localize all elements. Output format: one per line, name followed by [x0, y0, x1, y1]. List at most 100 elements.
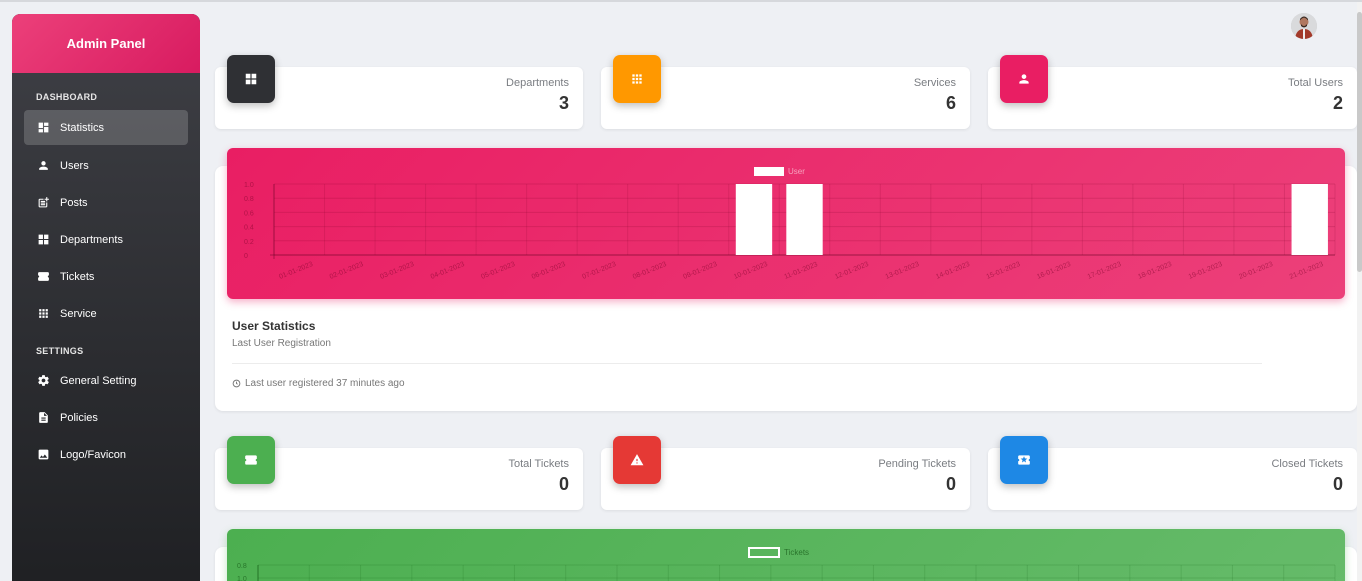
sidebar-item-departments[interactable]: Departments	[24, 222, 188, 257]
stat-label: Total Tickets	[508, 458, 569, 470]
tickets-chart-panel: Tickets 0.8 1.0	[227, 529, 1345, 581]
stat-value: 0	[1332, 474, 1343, 494]
x-tick-label: 14-01-2023	[935, 261, 971, 281]
user-chart-panel: User 0 0.2 0.4 0.6 0.8 1.0 01-01-2023 02-01-2023…	[227, 148, 1345, 299]
x-tick-label: 07-01-2023	[581, 261, 617, 281]
stat-icon-closed-tickets	[1000, 436, 1048, 484]
x-tick-label: 05-01-2023	[480, 261, 516, 281]
x-tick-label: 18-01-2023	[1137, 261, 1173, 281]
y-tick-label: 0.8	[244, 196, 254, 203]
card-subtitle: Last User Registration	[232, 338, 331, 349]
user-avatar[interactable]	[1291, 13, 1317, 39]
warning-icon	[630, 454, 644, 466]
x-tick-label: 15-01-2023	[986, 261, 1022, 281]
x-tick-label: 10-01-2023	[733, 261, 769, 281]
card-footer: Last user registered 37 minutes ago	[232, 378, 405, 389]
brand-title: Admin Panel	[12, 14, 200, 73]
legend-label: Tickets	[784, 548, 809, 557]
stat-icon-pending-tickets	[613, 436, 661, 484]
stat-value: 2	[1332, 93, 1343, 113]
sidebar-item-label: Policies	[60, 411, 98, 424]
stat-label: Pending Tickets	[878, 458, 956, 470]
user-icon	[1019, 74, 1029, 84]
ticket-icon	[36, 270, 50, 284]
stat-label: Services	[913, 77, 956, 89]
stat-label: Closed Tickets	[1271, 458, 1343, 470]
card-title: User Statistics	[232, 319, 316, 333]
bar	[735, 184, 773, 255]
sidebar-item-posts[interactable]: Posts	[24, 185, 188, 220]
legend-swatch	[754, 167, 784, 176]
sidebar-item-policies[interactable]: Policies	[24, 400, 188, 435]
x-tick-label: 01-01-2023	[278, 261, 314, 281]
y-tick-label: 0.6	[244, 210, 254, 217]
stat-icon-services	[613, 55, 661, 103]
sidebar-item-label: Users	[60, 159, 89, 172]
x-tick-label: 20-01-2023	[1238, 261, 1274, 281]
x-tick-label: 13-01-2023	[884, 261, 920, 281]
document-icon	[36, 411, 50, 425]
stat-label: Departments	[506, 77, 569, 89]
legend-swatch	[748, 547, 780, 558]
x-tick-label: 06-01-2023	[531, 261, 567, 281]
y-tick-label: 0.8	[237, 563, 247, 570]
sidebar-item-general-setting[interactable]: General Setting	[24, 363, 188, 398]
user-icon	[36, 159, 50, 173]
y-tick-label: 0.2	[244, 239, 254, 246]
y-tick-label: 0.4	[244, 225, 254, 232]
x-tick-label: 16-01-2023	[1036, 261, 1072, 281]
ticket-icon	[245, 455, 257, 465]
sidebar-item-label: Posts	[60, 196, 88, 209]
stat-value: 0	[558, 474, 569, 494]
post-add-icon	[36, 196, 50, 210]
x-tick-label: 19-01-2023	[1188, 261, 1224, 281]
x-tick-label: 11-01-2023	[783, 261, 818, 281]
stat-icon-total-users	[1000, 55, 1048, 103]
sidebar-item-users[interactable]: Users	[24, 148, 188, 183]
footer-text: Last user registered 37 minutes ago	[245, 378, 405, 389]
sidebar: Admin Panel DASHBOARD Statistics Users P…	[12, 14, 200, 581]
grid-icon	[632, 74, 642, 84]
tickets-chart: Tickets 0.8 1.0	[237, 547, 1336, 581]
bar	[786, 184, 823, 255]
section-title-dashboard: DASHBOARD	[36, 92, 98, 102]
x-tick-label: 04-01-2023	[430, 261, 466, 281]
dashboard-icon	[36, 233, 50, 247]
sidebar-item-tickets[interactable]: Tickets	[24, 259, 188, 294]
x-tick-label: 09-01-2023	[682, 261, 718, 281]
grid-icon	[36, 307, 50, 321]
stat-icon-total-tickets	[227, 436, 275, 484]
sidebar-item-logo-favicon[interactable]: Logo/Favicon	[24, 437, 188, 472]
sidebar-item-label: Statistics	[60, 121, 105, 134]
section-title-settings: SETTINGS	[36, 346, 84, 356]
avatar-image	[1291, 13, 1317, 39]
x-tick-label: 02-01-2023	[329, 261, 365, 281]
x-tick-label: 03-01-2023	[379, 261, 415, 281]
image-icon	[36, 448, 50, 462]
scrollbar-thumb[interactable]	[1357, 12, 1362, 272]
dashboard-icon	[245, 73, 257, 85]
legend-label: User	[788, 167, 805, 176]
x-tick-label: 17-01-2023	[1087, 261, 1123, 281]
sidebar-item-statistics[interactable]: Statistics	[24, 110, 188, 145]
page-scrollbar[interactable]	[1357, 2, 1362, 581]
sidebar-item-label: Departments	[60, 233, 123, 246]
sidebar-item-label: Logo/Favicon	[60, 448, 127, 461]
y-tick-label: 0	[244, 253, 248, 260]
sidebar-item-label: Service	[60, 307, 97, 320]
stat-value: 6	[945, 93, 956, 113]
bar	[1291, 184, 1328, 255]
stat-value: 3	[558, 93, 569, 113]
x-tick-label: 12-01-2023	[834, 261, 870, 281]
clock-icon	[232, 379, 241, 388]
x-tick-label: 21-01-2023	[1289, 261, 1325, 281]
user-chart: User 0 0.2 0.4 0.6 0.8 1.0 01-01-2023 02-01-2023…	[244, 167, 1336, 281]
sidebar-item-label: General Setting	[60, 374, 137, 387]
dashboard-icon	[36, 121, 50, 135]
sidebar-item-service[interactable]: Service	[24, 296, 188, 331]
stat-label: Total Users	[1287, 77, 1343, 89]
x-tick-label: 08-01-2023	[632, 261, 668, 281]
stat-value: 0	[945, 474, 956, 494]
gear-icon	[36, 374, 50, 388]
divider	[232, 363, 1262, 364]
